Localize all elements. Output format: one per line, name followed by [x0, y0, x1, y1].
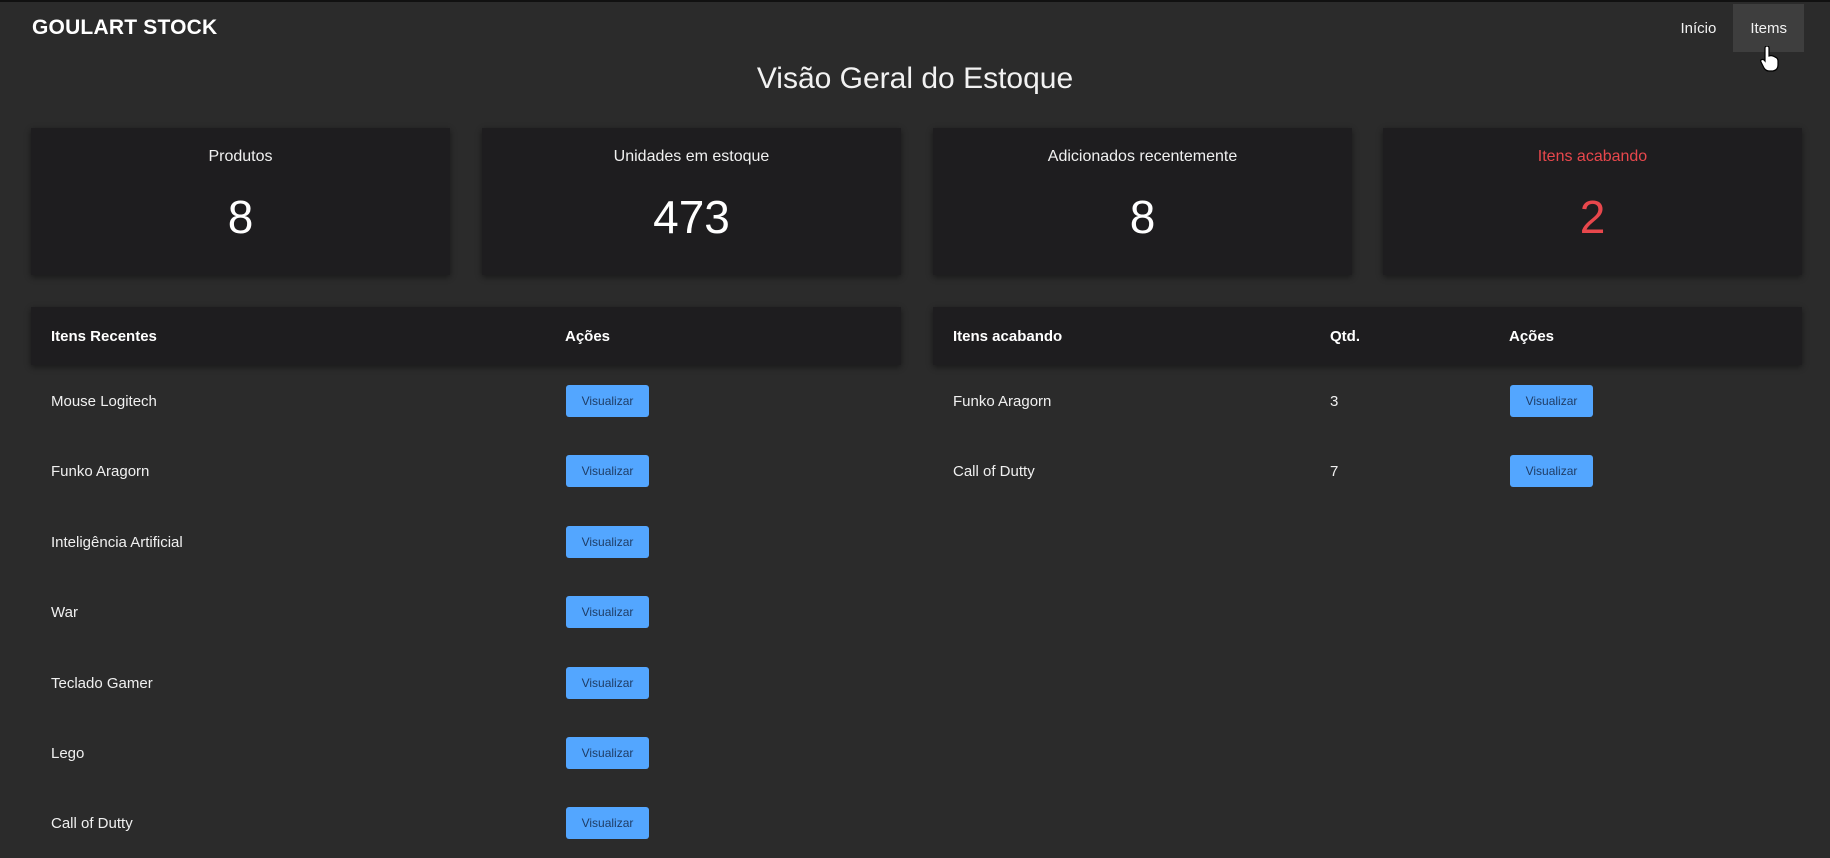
- item-name: Call of Dutty: [51, 814, 133, 832]
- stat-card-produtos: Produtos 8: [31, 128, 450, 275]
- card-value: 2: [1579, 191, 1606, 243]
- table-row: Teclado Gamer Visualizar: [31, 648, 901, 718]
- recent-table-header: Itens Recentes Ações: [31, 307, 901, 365]
- card-label: Itens acabando: [1537, 148, 1648, 165]
- item-name: Inteligência Artificial: [51, 533, 183, 551]
- item-qty: 7: [1330, 462, 1339, 480]
- low-stock-table-header: Itens acabando Qtd. Ações: [933, 307, 1802, 365]
- view-button[interactable]: Visualizar: [1510, 385, 1593, 417]
- item-name: War: [51, 603, 78, 621]
- item-name: Funko Aragorn: [953, 392, 1052, 410]
- view-button[interactable]: Visualizar: [566, 596, 649, 628]
- table-row: Lego Visualizar: [31, 718, 901, 788]
- card-value: 8: [1129, 191, 1156, 243]
- brand-logo-text[interactable]: GOULART STOCK: [32, 16, 217, 40]
- item-name: Lego: [51, 744, 85, 762]
- column-header-qtd: Qtd.: [1330, 328, 1360, 345]
- column-header-itens-recentes: Itens Recentes: [51, 328, 157, 345]
- item-name: Call of Dutty: [953, 462, 1035, 480]
- view-button[interactable]: Visualizar: [1510, 455, 1593, 487]
- item-name: Teclado Gamer: [51, 674, 153, 692]
- table-row: Mouse Logitech Visualizar: [31, 366, 901, 436]
- column-header-acoes: Ações: [1509, 328, 1555, 345]
- table-row: Funko Aragorn 3 Visualizar: [933, 366, 1802, 436]
- view-button[interactable]: Visualizar: [566, 807, 649, 839]
- card-value: 473: [653, 191, 730, 243]
- view-button[interactable]: Visualizar: [566, 737, 649, 769]
- view-button[interactable]: Visualizar: [566, 455, 649, 487]
- stat-card-itens-acabando: Itens acabando 2: [1383, 128, 1802, 275]
- card-label: Produtos: [208, 148, 273, 165]
- table-row: Call of Dutty Visualizar: [31, 788, 901, 858]
- stat-card-adicionados: Adicionados recentemente 8: [933, 128, 1352, 275]
- item-name: Mouse Logitech: [51, 392, 157, 410]
- table-row: Funko Aragorn Visualizar: [31, 436, 901, 506]
- view-button[interactable]: Visualizar: [566, 526, 649, 558]
- view-button[interactable]: Visualizar: [566, 667, 649, 699]
- card-label: Unidades em estoque: [613, 148, 770, 165]
- page-title: Visão Geral do Estoque: [756, 62, 1074, 95]
- view-button[interactable]: Visualizar: [566, 385, 649, 417]
- item-name: Funko Aragorn: [51, 462, 150, 480]
- nav-links: Início Items: [1663, 4, 1804, 52]
- table-row: Call of Dutty 7 Visualizar: [933, 436, 1802, 506]
- table-row: Inteligência Artificial Visualizar: [31, 507, 901, 577]
- column-header-itens-acabando: Itens acabando: [953, 328, 1063, 345]
- table-row: War Visualizar: [31, 577, 901, 647]
- stat-card-unidades: Unidades em estoque 473: [482, 128, 901, 275]
- nav-link-items[interactable]: Items: [1733, 4, 1804, 52]
- nav-link-inicio[interactable]: Início: [1663, 4, 1733, 52]
- card-label: Adicionados recentemente: [1047, 148, 1238, 165]
- item-qty: 3: [1330, 392, 1339, 410]
- card-value: 8: [227, 191, 254, 243]
- column-header-acoes: Ações: [565, 328, 611, 345]
- navbar: GOULART STOCK Início Items: [0, 2, 1830, 72]
